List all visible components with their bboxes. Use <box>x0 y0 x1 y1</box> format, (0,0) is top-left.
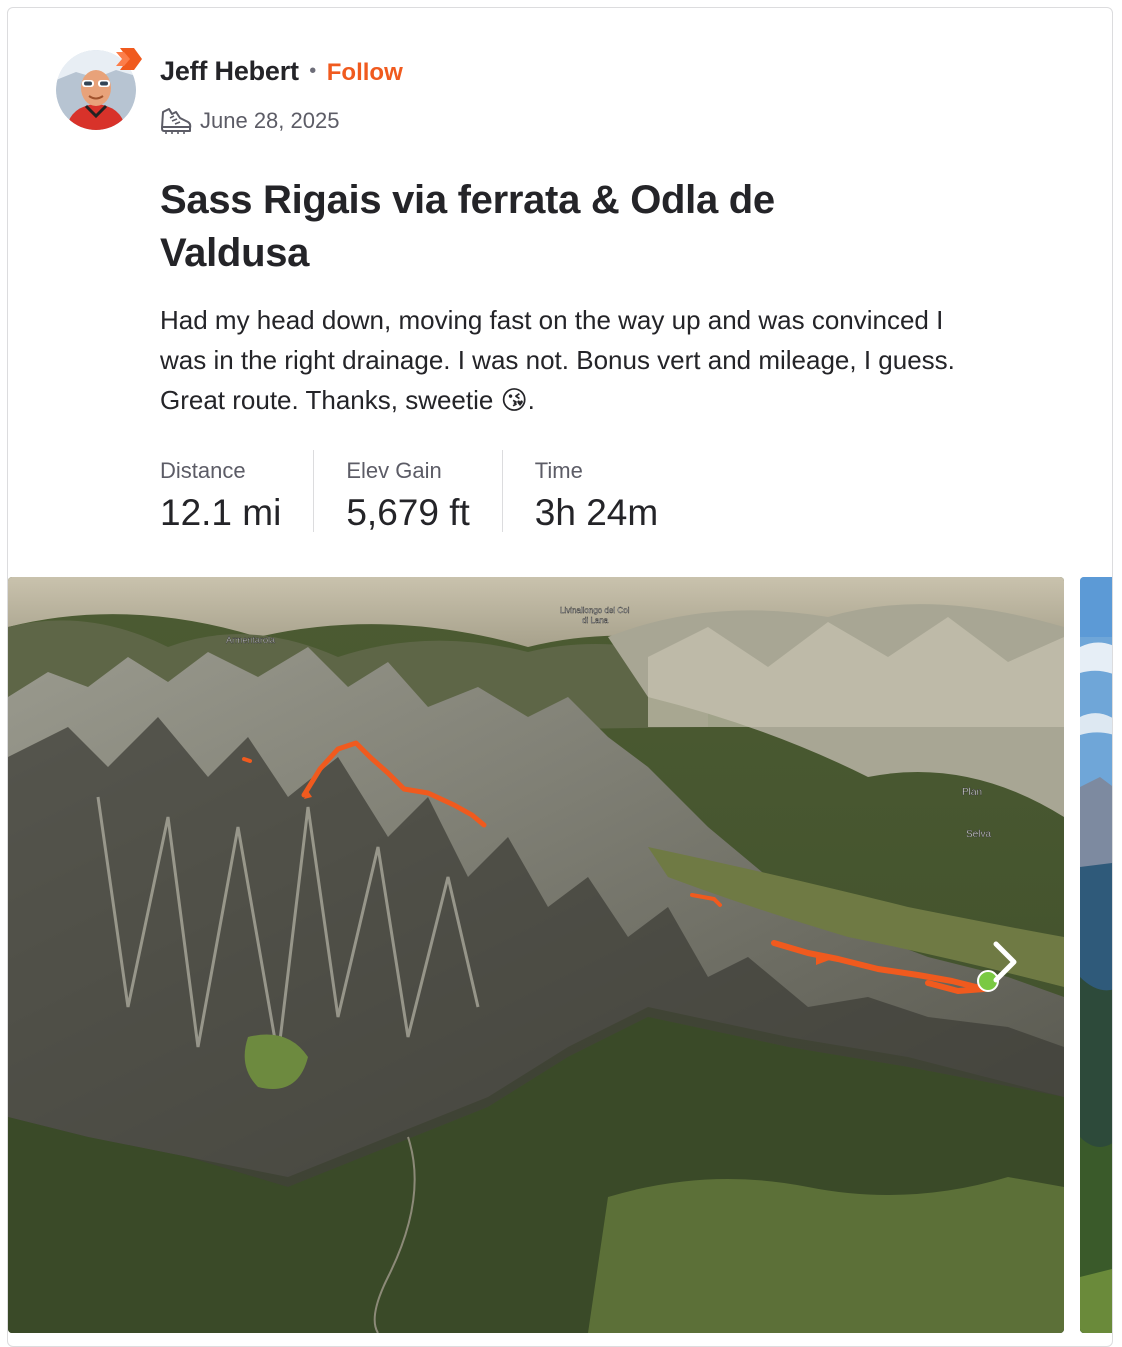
chevron-right-icon[interactable] <box>984 930 1028 994</box>
next-photo-preview[interactable] <box>1080 577 1112 1333</box>
follow-button[interactable]: Follow <box>327 59 403 86</box>
map-label: Livinallongo del Col <box>560 606 630 615</box>
activity-description: Had my head down, moving fast on the way… <box>160 305 955 415</box>
photo-thumbnail <box>1080 577 1112 1333</box>
stat-value: 3h 24m <box>534 492 659 533</box>
map-label: di Lana <box>582 616 609 625</box>
activity-title[interactable]: Sass Rigais via ferrata & Odla de Valdus… <box>160 174 920 280</box>
stat-label: Time <box>534 458 583 483</box>
map-label: Selva <box>966 829 991 840</box>
terrain-map: Armentarola Livinallongo del Col di Lana… <box>8 577 1064 1333</box>
subscriber-badge-icon <box>116 48 142 70</box>
activity-date: June 28, 2025 <box>200 108 340 133</box>
stat-label: Distance <box>160 458 246 483</box>
map-label: Armentarola <box>226 635 275 645</box>
hiking-shoe-icon <box>161 108 192 134</box>
stat-distance: Distance 12.1 mi <box>160 450 315 533</box>
stat-value: 5,679 ft <box>346 492 470 533</box>
athlete-name[interactable]: Jeff Hebert <box>160 56 299 86</box>
separator-dot: • <box>309 60 317 82</box>
stat-time: Time 3h 24m <box>534 450 690 533</box>
activity-stats: Distance 12.1 mi Elev Gain 5,679 ft Time… <box>160 450 722 533</box>
stat-value: 12.1 mi <box>160 492 282 533</box>
map-3d-view[interactable]: Armentarola Livinallongo del Col di Lana… <box>8 577 1064 1333</box>
map-label: Plan <box>962 787 982 798</box>
stat-elev-gain: Elev Gain 5,679 ft <box>346 450 503 533</box>
stat-label: Elev Gain <box>346 458 442 483</box>
activity-card: Jeff Hebert • Follow June 28, 2025 Sass … <box>7 7 1113 1347</box>
activity-meta: June 28, 2025 <box>160 106 339 136</box>
athlete-line: Jeff Hebert • Follow <box>160 56 403 87</box>
athlete-avatar[interactable] <box>56 48 142 134</box>
